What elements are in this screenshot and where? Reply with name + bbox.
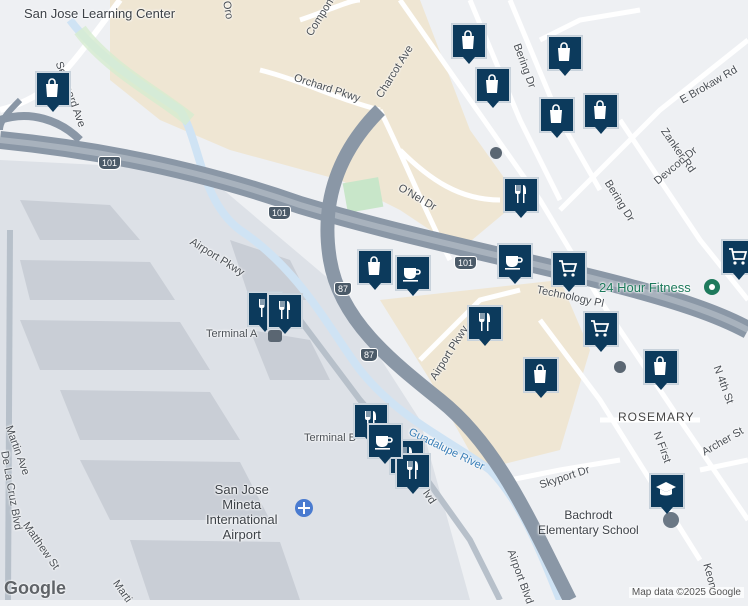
- cafe-marker[interactable]: [396, 256, 430, 296]
- school-pin[interactable]: [663, 512, 679, 528]
- shopping-marker[interactable]: [452, 24, 486, 64]
- restaurant-marker[interactable]: [268, 294, 302, 334]
- label-school: Bachrodt Elementary School: [538, 508, 639, 537]
- shopping-marker[interactable]: [36, 72, 70, 112]
- label-rosemary: ROSEMARY: [618, 410, 695, 424]
- shopping-marker[interactable]: [584, 94, 618, 134]
- cafe-marker[interactable]: [368, 424, 402, 464]
- us-101-shield: 101: [454, 256, 478, 270]
- school-marker[interactable]: [650, 474, 684, 514]
- label-learning-center: San Jose Learning Center: [24, 6, 176, 21]
- ca-87-shield: 87: [360, 348, 379, 362]
- transit-stop-icon[interactable]: [490, 147, 502, 159]
- shopping-marker[interactable]: [540, 98, 574, 138]
- grocery-marker[interactable]: [552, 252, 586, 292]
- restaurant-marker[interactable]: [468, 306, 502, 346]
- restaurant-marker[interactable]: [396, 454, 430, 494]
- shopping-marker[interactable]: [358, 250, 392, 290]
- shopping-marker[interactable]: [524, 358, 558, 398]
- map-attribution[interactable]: Map data ©2025 Google: [628, 587, 744, 598]
- shopping-marker[interactable]: [548, 36, 582, 76]
- us-101-shield: 101: [268, 206, 292, 220]
- park: [342, 177, 384, 213]
- grocery-marker[interactable]: [722, 240, 748, 280]
- cafe-marker[interactable]: [498, 244, 532, 284]
- shopping-marker[interactable]: [476, 68, 510, 108]
- restaurant-marker[interactable]: [504, 178, 538, 218]
- us-101-shield: 101: [98, 156, 122, 170]
- label-airport: San Jose Mineta International Airport: [206, 482, 278, 542]
- shopping-marker[interactable]: [644, 350, 678, 390]
- google-logo[interactable]: Google: [4, 578, 66, 599]
- label-terminal-a: Terminal A: [206, 328, 258, 340]
- label-24-hour-fitness[interactable]: 24 Hour Fitness: [599, 280, 691, 295]
- ca-87-shield: 87: [334, 282, 353, 296]
- grocery-marker[interactable]: [584, 312, 618, 352]
- label-terminal-b: Terminal B: [304, 432, 356, 444]
- transit-stop-icon[interactable]: [614, 361, 626, 373]
